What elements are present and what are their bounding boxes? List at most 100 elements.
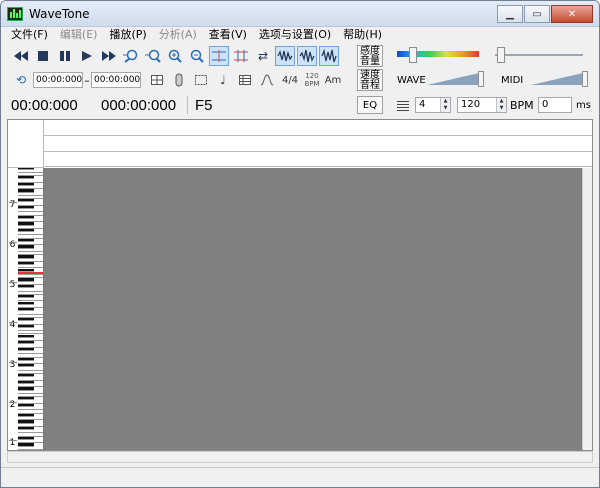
- piano-black-key[interactable]: [18, 357, 34, 361]
- piano-black-key[interactable]: [18, 268, 34, 272]
- piano-white-key[interactable]: [18, 370, 43, 375]
- piano-black-key[interactable]: [18, 426, 34, 431]
- piano-white-key[interactable]: [18, 367, 43, 371]
- piano-white-key[interactable]: [18, 400, 43, 404]
- piano-black-key[interactable]: [18, 334, 34, 338]
- midi-volume-ramp[interactable]: [531, 73, 583, 85]
- zoom-out-horizontal-button[interactable]: [143, 46, 163, 66]
- piano-black-key[interactable]: [18, 413, 34, 417]
- piano-white-key[interactable]: [18, 314, 43, 318]
- piano-black-key[interactable]: [18, 205, 34, 210]
- piano-white-key[interactable]: [18, 407, 43, 411]
- piano-black-key[interactable]: [18, 403, 34, 408]
- piano-white-key[interactable]: [18, 258, 43, 262]
- zoom-in-button[interactable]: [165, 46, 185, 66]
- piano-black-key[interactable]: [18, 215, 34, 219]
- loop-button[interactable]: ⟲: [11, 70, 31, 90]
- piano-white-key[interactable]: [18, 202, 43, 206]
- menu-analyze[interactable]: 分析(A): [153, 27, 203, 43]
- collapse-horizontal-button[interactable]: [231, 46, 251, 66]
- rewind-button[interactable]: [11, 46, 31, 66]
- zoom-in-horizontal-button[interactable]: [121, 46, 141, 66]
- piano-white-key[interactable]: [18, 377, 43, 381]
- midi-volume-thumb[interactable]: [582, 71, 588, 87]
- table-button[interactable]: [235, 70, 255, 90]
- piano-black-key[interactable]: [18, 228, 34, 233]
- balance-slider-thumb[interactable]: [497, 47, 505, 63]
- ms-input[interactable]: 0: [538, 97, 572, 113]
- spin-arrows-icon[interactable]: ▲ ▼: [496, 98, 506, 112]
- piano-black-key[interactable]: [18, 301, 34, 305]
- piano-white-key[interactable]: [18, 235, 43, 239]
- fast-forward-button[interactable]: [99, 46, 119, 66]
- piano-white-key[interactable]: [18, 291, 43, 295]
- piano-white-key[interactable]: [18, 360, 43, 365]
- play-button[interactable]: [77, 46, 97, 66]
- piano-black-key[interactable]: [18, 189, 34, 193]
- piano-black-key[interactable]: [18, 420, 34, 424]
- piano-white-key[interactable]: [18, 252, 43, 256]
- piano-white-key[interactable]: [18, 331, 43, 335]
- pause-button[interactable]: [55, 46, 75, 66]
- piano-white-key[interactable]: [18, 248, 43, 252]
- piano-white-key[interactable]: [18, 169, 43, 173]
- piano-black-key[interactable]: [18, 182, 34, 186]
- piano-white-key[interactable]: [18, 219, 43, 223]
- menu-help[interactable]: 帮助(H): [337, 27, 388, 43]
- piano-black-key[interactable]: [18, 380, 34, 384]
- time-signature-label[interactable]: 4/4: [279, 75, 301, 86]
- curve-button[interactable]: [257, 70, 277, 90]
- piano-white-key[interactable]: [18, 327, 43, 332]
- wave-right-button[interactable]: [319, 46, 339, 66]
- swap-button[interactable]: ⇄: [253, 46, 273, 66]
- piano-black-key[interactable]: [18, 278, 34, 282]
- minimize-button[interactable]: ▁: [497, 5, 523, 23]
- menu-edit[interactable]: 编辑(E): [54, 27, 104, 43]
- piano-black-key[interactable]: [18, 199, 34, 203]
- piano-black-key[interactable]: [18, 436, 34, 441]
- piano-white-key[interactable]: [18, 440, 43, 444]
- piano-white-key[interactable]: [18, 298, 43, 302]
- piano-white-key[interactable]: [18, 311, 43, 315]
- piano-white-key[interactable]: [18, 393, 43, 398]
- key-label[interactable]: Am: [323, 75, 343, 86]
- piano-white-key[interactable]: [18, 281, 43, 285]
- piano-black-key[interactable]: [18, 341, 34, 345]
- menu-file[interactable]: 文件(F): [5, 27, 54, 43]
- select-region-button[interactable]: [191, 70, 211, 90]
- piano-white-key[interactable]: [18, 337, 43, 342]
- piano-white-key[interactable]: [18, 430, 43, 434]
- eq-button[interactable]: EQ: [357, 96, 383, 114]
- piano-black-key[interactable]: [18, 222, 34, 226]
- menu-play[interactable]: 播放(P): [103, 27, 152, 43]
- piano-white-key[interactable]: [18, 390, 43, 394]
- note-button[interactable]: ♩: [213, 70, 233, 90]
- piano-black-key[interactable]: [18, 238, 34, 243]
- close-button[interactable]: ✕: [551, 5, 593, 23]
- beats-spinner[interactable]: 4 ▲ ▼: [415, 97, 451, 113]
- piano-black-key[interactable]: [18, 364, 34, 368]
- end-time-field[interactable]: 00:00:000: [91, 72, 141, 88]
- wave-left-button[interactable]: [275, 46, 295, 66]
- piano-white-key[interactable]: [18, 225, 43, 229]
- expand-horizontal-button[interactable]: [209, 46, 229, 66]
- piano-white-key[interactable]: [18, 304, 43, 309]
- piano-white-key[interactable]: [18, 351, 43, 355]
- piano-white-key[interactable]: [18, 186, 43, 190]
- piano-keyboard[interactable]: [18, 168, 44, 450]
- balance-slider-track[interactable]: [495, 54, 583, 56]
- piano-white-key[interactable]: [18, 212, 43, 216]
- piano-white-key[interactable]: [18, 410, 43, 414]
- note-grid[interactable]: [44, 168, 582, 450]
- piano-black-key[interactable]: [18, 374, 34, 378]
- piano-white-key[interactable]: [18, 172, 43, 177]
- piano-white-key[interactable]: [18, 354, 43, 358]
- piano-black-key[interactable]: [18, 318, 34, 322]
- piano-white-key[interactable]: [18, 209, 43, 213]
- piano-white-key[interactable]: [18, 232, 43, 236]
- piano-white-key[interactable]: [18, 446, 43, 450]
- piano-white-key[interactable]: [18, 288, 43, 292]
- piano-black-key[interactable]: [18, 245, 34, 249]
- bpm-spinner[interactable]: 120 ▲ ▼: [457, 97, 507, 113]
- piano-black-key[interactable]: [18, 168, 34, 170]
